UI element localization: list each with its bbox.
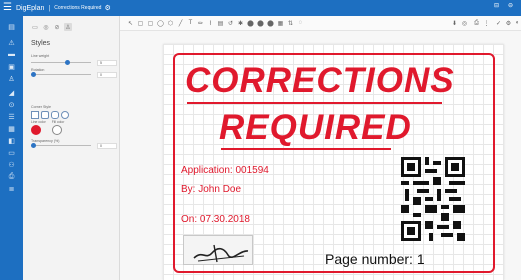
rounded-rectangle-tool-icon[interactable]: ▢: [146, 18, 155, 28]
arrange-tool-icon[interactable]: ⇅: [286, 18, 295, 28]
more-icon[interactable]: ⋮: [482, 18, 491, 28]
highlight-tool-icon[interactable]: ✱: [236, 18, 245, 28]
approve-icon[interactable]: ✓: [494, 18, 503, 28]
callout-tool-icon[interactable]: ▤: [216, 18, 225, 28]
corner-rounded-medium-option[interactable]: [51, 111, 59, 119]
panel-tabs: ▭ ◎ ⊘ ♙: [31, 23, 72, 31]
restore-icon[interactable]: ⊟: [494, 2, 499, 9]
corner-rounded-large-option[interactable]: [61, 111, 69, 119]
history-icon[interactable]: ≣: [6, 184, 17, 193]
settings-icon[interactable]: ⚙: [104, 4, 110, 12]
color-labels: Line color Fill color: [31, 120, 64, 124]
pen-tool-icon[interactable]: ✏: [196, 18, 205, 28]
corner-style-label: Corner Style: [31, 105, 51, 109]
rectangle-tool-icon[interactable]: ▢: [136, 18, 145, 28]
color-tool-icon[interactable]: ⬤: [256, 18, 265, 28]
view-icon[interactable]: ◎: [460, 18, 469, 28]
line-weight-label: Line weight: [31, 54, 50, 58]
minimize-icon[interactable]: ⊖: [508, 2, 513, 9]
freehand-tool-icon[interactable]: ⌇: [206, 18, 215, 28]
compare-icon[interactable]: ◧: [6, 136, 17, 145]
fill-color-label: Fill color: [51, 120, 65, 124]
corner-square-option[interactable]: [31, 111, 39, 119]
document-canvas[interactable]: CORRECTIONS REQUIRED Application: 001594…: [120, 31, 521, 280]
qr-code: [401, 157, 465, 241]
slider-handle[interactable]: [31, 143, 36, 148]
image-icon[interactable]: ▣: [6, 62, 17, 71]
document-icon[interactable]: ▭: [6, 148, 17, 157]
document-page[interactable]: CORRECTIONS REQUIRED Application: 001594…: [163, 44, 504, 280]
title-separator: |: [48, 4, 51, 12]
slider-handle[interactable]: [65, 60, 70, 65]
heading-underline-2: [221, 148, 391, 150]
cloud-tool-icon[interactable]: ↺: [226, 18, 235, 28]
signature-image: [193, 244, 249, 263]
page-number: Page number: 1: [325, 251, 425, 267]
stamp-tool-icon[interactable]: ⬤: [246, 18, 255, 28]
settings-icon[interactable]: ⚙: [504, 18, 513, 28]
select-tool-icon[interactable]: ↖: [126, 18, 135, 28]
menu-icon[interactable]: ☰: [3, 0, 12, 16]
transparency-slider[interactable]: [31, 143, 91, 148]
left-rail: ▤ ⚠ ▬ ▣ ♙ ◢ ⊙ ☰ ▦ ◧ ▭ ⚇ ⎙ ≣: [0, 16, 23, 280]
author-name: By: John Doe: [181, 184, 242, 195]
more-tools-icon[interactable]: ◌: [296, 18, 305, 28]
slider-handle[interactable]: [31, 72, 36, 77]
corner-style-options: [31, 111, 69, 119]
tab-shape[interactable]: ▭: [31, 23, 39, 31]
tab-view[interactable]: ◎: [42, 23, 50, 31]
tab-hide[interactable]: ⊘: [53, 23, 61, 31]
heading-underline-1: [187, 102, 442, 104]
line-tool-icon[interactable]: ╱: [176, 18, 185, 28]
theme-icon[interactable]: ◐: [513, 18, 521, 28]
document-title: Corrections Required: [54, 5, 102, 11]
transparency-input[interactable]: 0: [97, 143, 117, 149]
check-icon[interactable]: ⊙: [6, 100, 17, 109]
line-color-swatch[interactable]: [31, 125, 41, 135]
signature-box: [183, 235, 253, 265]
layers-icon[interactable]: ▦: [6, 124, 17, 133]
ellipse-tool-icon[interactable]: ◯: [156, 18, 165, 28]
panel-title: Styles: [31, 40, 51, 47]
print-icon[interactable]: ⎙: [6, 172, 17, 181]
polygon-tool-icon[interactable]: ⬡: [166, 18, 175, 28]
line-color-label: Line color: [31, 120, 46, 124]
download-icon[interactable]: ⬇: [450, 18, 459, 28]
corner-rounded-small-option[interactable]: [41, 111, 49, 119]
measure-icon[interactable]: ◢: [6, 88, 17, 97]
comment-icon[interactable]: ▬: [6, 50, 17, 59]
corrections-stamp[interactable]: CORRECTIONS REQUIRED Application: 001594…: [173, 53, 495, 273]
line-weight-slider[interactable]: [31, 60, 91, 65]
stamp-date: On: 07.30.2018: [181, 214, 250, 225]
styles-panel: ▭ ◎ ⊘ ♙ Styles Line weight 5 Rotation 0 …: [23, 16, 120, 280]
title-bar: ☰ DigEplan | Corrections Required ⚙ ⊟ ⊖: [0, 0, 521, 16]
application-number: Application: 001594: [181, 165, 269, 176]
pages-icon[interactable]: ▤: [6, 22, 17, 31]
tab-stamp[interactable]: ♙: [64, 23, 72, 31]
fill-tool-icon[interactable]: ⬤: [266, 18, 275, 28]
app-name: DigEplan: [15, 4, 45, 12]
fill-color-swatch[interactable]: [52, 125, 62, 135]
grid-tool-icon[interactable]: ▦: [276, 18, 285, 28]
stamp-heading-line2: REQUIRED: [219, 108, 412, 147]
warning-icon[interactable]: ⚠: [6, 38, 17, 47]
rotation-input[interactable]: 0: [97, 72, 117, 78]
rotation-slider[interactable]: [31, 72, 91, 77]
markup-toolbar: ↖ ▢ ▢ ◯ ⬡ ╱ T ✏ ⌇ ▤ ↺ ✱ ⬤ ⬤ ⬤ ▦ ⇅ ◌ ⬇ ◎ …: [120, 16, 521, 31]
list-icon[interactable]: ☰: [6, 112, 17, 121]
group-icon[interactable]: ⚇: [6, 160, 17, 169]
text-tool-icon[interactable]: T: [186, 18, 195, 28]
transparency-label: Transparency (%): [31, 139, 60, 143]
line-weight-input[interactable]: 5: [97, 60, 117, 66]
print-icon[interactable]: ⎙: [472, 18, 481, 28]
stamp-heading-line1: CORRECTIONS: [185, 61, 455, 100]
stamp-icon[interactable]: ♙: [6, 74, 17, 83]
